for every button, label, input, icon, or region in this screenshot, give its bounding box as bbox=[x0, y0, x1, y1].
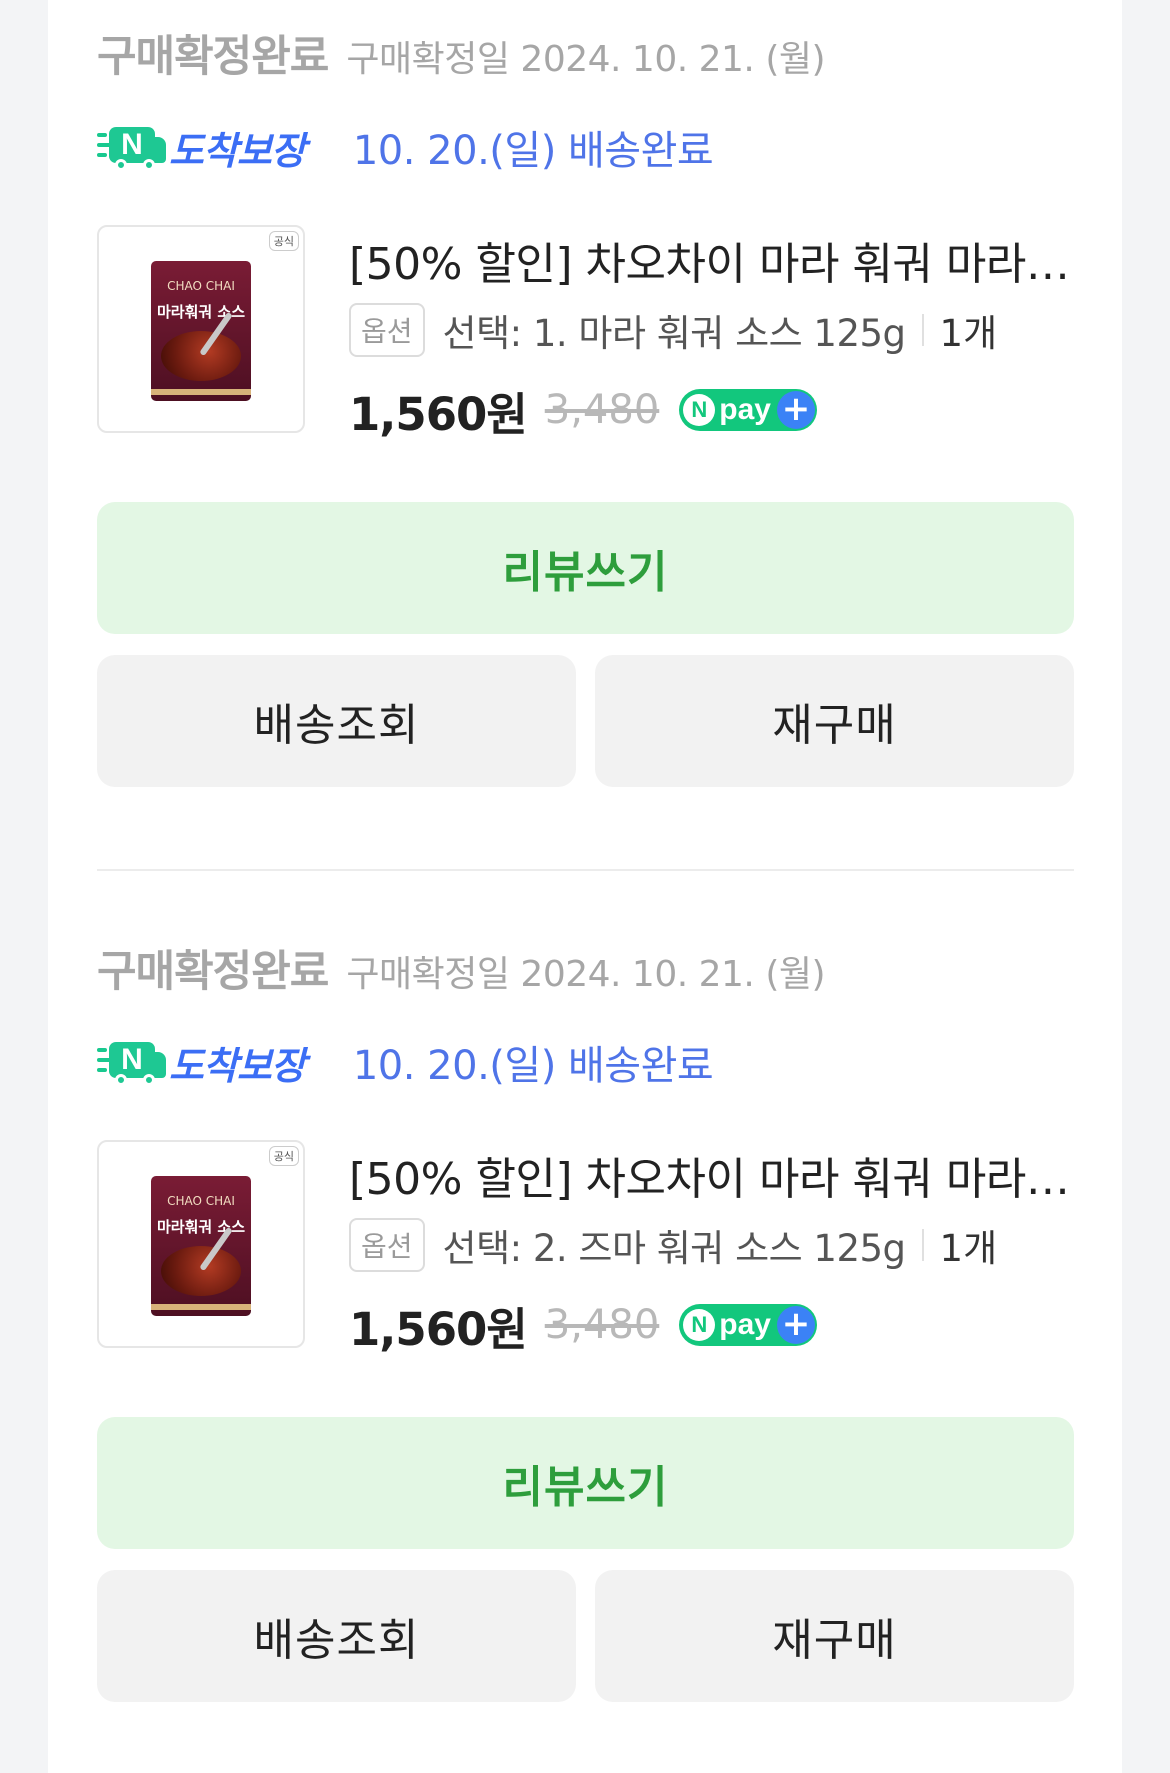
price-row: 1,560원 3,480 N pay + bbox=[349, 1295, 817, 1356]
option-quantity: 1개 bbox=[939, 1227, 998, 1270]
purchase-confirm-date: 구매확정일 2024. 10. 21. (월) bbox=[346, 954, 826, 995]
option-tag: 옵션 bbox=[349, 303, 425, 357]
delivery-status: 10. 20.(일) 배송완료 bbox=[352, 1043, 714, 1089]
rebuy-button[interactable]: 재구매 bbox=[595, 655, 1074, 787]
purchase-confirm-date: 구매확정일 2024. 10. 21. (월) bbox=[346, 39, 826, 80]
write-review-button[interactable]: 리뷰쓰기 bbox=[97, 502, 1074, 634]
write-review-label: 리뷰쓰기 bbox=[502, 1462, 669, 1513]
order-list-panel: 구매확정완료 구매확정일 2024. 10. 21. (월) N 도착보장 10… bbox=[48, 0, 1122, 1773]
delivery-status: 10. 20.(일) 배송완료 bbox=[352, 128, 714, 174]
write-review-button[interactable]: 리뷰쓰기 bbox=[97, 1417, 1074, 1549]
order-status-row: 구매확정완료 구매확정일 2024. 10. 21. (월) bbox=[97, 22, 826, 82]
arrival-guarantee-label: 도착보장 bbox=[169, 1043, 306, 1088]
option-divider bbox=[921, 1229, 924, 1261]
option-text: 선택: 1. 마라 훠궈 소스 125g bbox=[442, 312, 907, 355]
sauce-package-image: CHAO CHAI 마라훠궈 소스 bbox=[151, 1176, 251, 1316]
arrival-guarantee-badge: N 도착보장 bbox=[97, 1035, 306, 1090]
track-delivery-label: 배송조회 bbox=[253, 700, 420, 751]
track-delivery-button[interactable]: 배송조회 bbox=[97, 1570, 576, 1702]
option-row: 옵션 선택: 1. 마라 훠궈 소스 125g 1개 bbox=[349, 303, 997, 357]
order-card: 구매확정완료 구매확정일 2024. 10. 21. (월) N 도착보장 10… bbox=[48, 915, 1122, 1715]
option-tag: 옵션 bbox=[349, 1218, 425, 1272]
rebuy-label: 재구매 bbox=[772, 700, 897, 751]
product-thumbnail[interactable]: 공식 CHAO CHAI 마라훠궈 소스 bbox=[97, 225, 305, 433]
rebuy-label: 재구매 bbox=[772, 1615, 897, 1666]
sale-price: 1,560원 bbox=[349, 1302, 528, 1356]
arrival-guarantee-label: 도착보장 bbox=[169, 128, 306, 173]
option-quantity: 1개 bbox=[939, 312, 998, 355]
npay-plus-icon: N pay + bbox=[679, 389, 817, 431]
rebuy-button[interactable]: 재구매 bbox=[595, 1570, 1074, 1702]
order-status-title: 구매확정완료 bbox=[97, 947, 329, 997]
option-text: 선택: 2. 즈마 훠궈 소스 125g bbox=[442, 1227, 907, 1270]
delivery-row: N 도착보장 10. 20.(일) 배송완료 bbox=[97, 1032, 714, 1092]
product-title[interactable]: [50% 할인] 차오차이 마라 훠궈 마라… bbox=[349, 1143, 1119, 1207]
product-thumbnail[interactable]: 공식 CHAO CHAI 마라훠궈 소스 bbox=[97, 1140, 305, 1348]
delivery-truck-icon: N bbox=[97, 1038, 167, 1086]
official-badge: 공식 bbox=[268, 231, 299, 251]
order-status-row: 구매확정완료 구매확정일 2024. 10. 21. (월) bbox=[97, 937, 826, 997]
arrival-guarantee-badge: N 도착보장 bbox=[97, 120, 306, 175]
sale-price: 1,560원 bbox=[349, 387, 528, 441]
order-card: 구매확정완료 구매확정일 2024. 10. 21. (월) N 도착보장 10… bbox=[48, 0, 1122, 800]
original-price: 3,480 bbox=[544, 1302, 660, 1348]
delivery-truck-icon: N bbox=[97, 123, 167, 171]
sauce-package-image: CHAO CHAI 마라훠궈 소스 bbox=[151, 261, 251, 401]
option-row: 옵션 선택: 2. 즈마 훠궈 소스 125g 1개 bbox=[349, 1218, 997, 1272]
official-badge: 공식 bbox=[268, 1146, 299, 1166]
track-delivery-button[interactable]: 배송조회 bbox=[97, 655, 576, 787]
delivery-row: N 도착보장 10. 20.(일) 배송완료 bbox=[97, 117, 714, 177]
price-row: 1,560원 3,480 N pay + bbox=[349, 380, 817, 441]
option-divider bbox=[921, 314, 924, 346]
order-divider bbox=[97, 869, 1074, 871]
track-delivery-label: 배송조회 bbox=[253, 1615, 420, 1666]
product-title[interactable]: [50% 할인] 차오차이 마라 훠궈 마라… bbox=[349, 228, 1119, 292]
original-price: 3,480 bbox=[544, 387, 660, 433]
order-status-title: 구매확정완료 bbox=[97, 32, 329, 82]
npay-plus-icon: N pay + bbox=[679, 1304, 817, 1346]
write-review-label: 리뷰쓰기 bbox=[502, 547, 669, 598]
